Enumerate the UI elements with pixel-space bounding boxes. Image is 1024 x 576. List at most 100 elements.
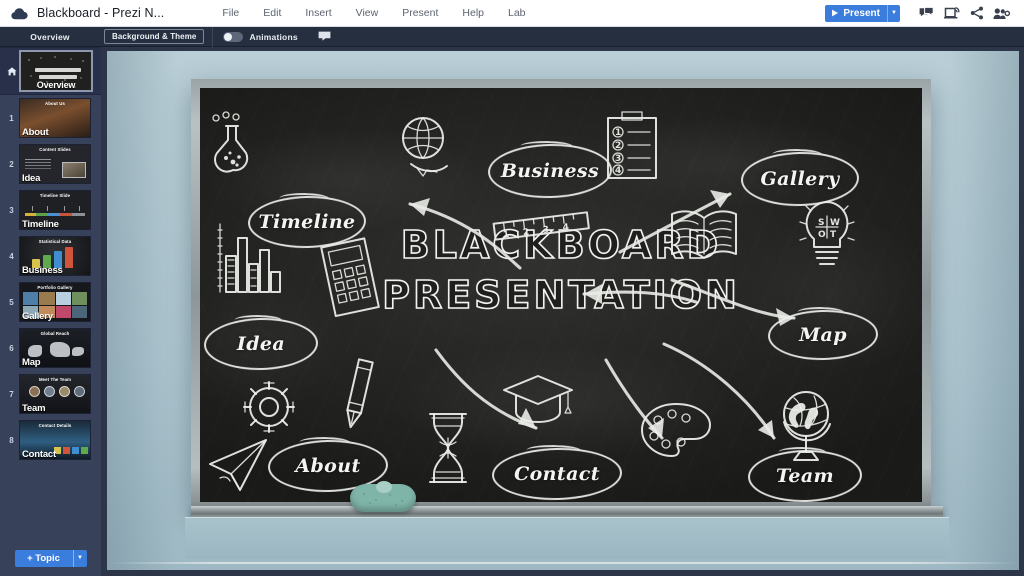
present-button[interactable]: Present [825, 5, 887, 22]
thumb-art-tick [32, 206, 33, 211]
present-button-label: Present [843, 7, 880, 19]
document-title[interactable]: Blackboard - Prezi N... [37, 6, 164, 20]
topic-bubble-business[interactable]: Business [487, 142, 613, 200]
slide-list[interactable]: Overview 1 About Us About 2 Content Slid… [0, 47, 101, 540]
thumb-art-tick [79, 206, 80, 211]
flask-icon [208, 110, 260, 173]
slide-caption: Idea [22, 173, 41, 184]
top-menu-bar: Blackboard - Prezi N... File Edit Insert… [0, 0, 1024, 27]
topic-bubble-contact[interactable]: Contact [491, 446, 623, 502]
menu-item-lab[interactable]: Lab [496, 3, 538, 23]
slide-thumbnail[interactable]: Statistical Data Business [19, 236, 91, 276]
slide-thumbnail[interactable]: Global Reach Map [19, 328, 91, 368]
share-icon[interactable] [964, 3, 989, 23]
menu-item-insert[interactable]: Insert [293, 3, 343, 23]
wall-shadow-left [107, 51, 177, 570]
animations-label: Animations [249, 31, 298, 42]
thumb-title: Contact Details [38, 423, 72, 428]
thumb-art-swatch [63, 447, 70, 454]
add-topic-dropdown-button[interactable]: ▼ [72, 549, 87, 567]
toggle-knob [224, 32, 233, 41]
svg-text:3: 3 [542, 225, 549, 236]
topic-bubble-timeline[interactable]: Timeline [247, 194, 367, 250]
menu-item-present[interactable]: Present [390, 3, 450, 23]
sponge-eraser[interactable] [350, 481, 416, 512]
slide-thumbnail[interactable]: Meet The Team Team [19, 374, 91, 414]
thumb-art-tick [64, 206, 65, 211]
svg-text:1: 1 [615, 128, 621, 138]
thumb-art-swatch [81, 447, 88, 454]
checklist-icon: 1 2 3 4 [604, 108, 660, 182]
thumb-art-line1 [35, 68, 81, 72]
slide-number: 2 [9, 159, 14, 169]
blackboard-surface[interactable]: BLACKBOARD PRESENTATION Timeline Busines… [200, 88, 922, 502]
topic-bubble-idea[interactable]: Idea [203, 316, 319, 372]
slide-thumbnail[interactable]: Content Slides Idea [19, 144, 91, 184]
thumb-title: Meet The Team [38, 377, 72, 382]
sidebar-item-idea[interactable]: 2 Content Slides Idea [0, 141, 101, 187]
bubble-label: Idea [236, 333, 286, 355]
slide-thumbnail[interactable]: Overview [19, 50, 93, 92]
add-topic-area: + Topic ▼ [0, 540, 101, 576]
bubble-label: About [295, 455, 361, 477]
topic-bubble-team[interactable]: Team [747, 448, 863, 502]
add-topic-button[interactable]: + Topic [15, 550, 73, 567]
svg-text:2: 2 [615, 141, 621, 151]
comment-icon[interactable] [318, 31, 331, 42]
slide-number: 7 [9, 389, 14, 399]
present-dropdown-button[interactable]: ▼ [887, 4, 900, 22]
background-theme-button[interactable]: Background & Theme [104, 29, 205, 44]
sidebar-item-about[interactable]: 1 About Us About [0, 95, 101, 141]
paper-plane-icon [206, 438, 272, 494]
bubble-label: Contact [514, 463, 600, 485]
svg-text:1: 1 [503, 230, 510, 241]
wall-shadow-right [949, 51, 1019, 570]
slide-number: 6 [9, 343, 14, 353]
animations-control: Animations [223, 31, 298, 42]
slide-thumbnail[interactable]: Timeline Slide Timeline [19, 190, 91, 230]
menu-item-view[interactable]: View [344, 3, 391, 23]
thumb-art-continent [72, 347, 84, 356]
slide-caption: Gallery [22, 311, 53, 322]
slide-caption: Business [22, 265, 63, 276]
thumb-art-photo [62, 162, 86, 178]
add-topic-button-group: + Topic ▼ [14, 549, 87, 567]
presenter-view-icon[interactable] [939, 3, 964, 23]
svg-text:O: O [818, 230, 826, 240]
sidebar-item-gallery[interactable]: 5 Portfolio Gallery Gallery [0, 279, 101, 325]
slide-caption: About [22, 127, 49, 138]
bubble-label: Team [775, 465, 835, 487]
menu-item-file[interactable]: File [210, 3, 251, 23]
thumb-title: Statistical Data [38, 239, 72, 244]
sidebar-item-contact[interactable]: 8 Contact Details Contact [0, 417, 101, 463]
thumb-title: Content Slides [39, 147, 71, 152]
slide-caption: Timeline [22, 219, 59, 230]
animations-toggle[interactable] [223, 31, 244, 42]
thumb-art-avatar [44, 386, 55, 397]
topic-bubble-gallery[interactable]: Gallery [740, 150, 860, 208]
present-button-group: Present ▼ [825, 4, 900, 22]
sidebar-item-overview[interactable]: Overview [0, 47, 101, 95]
sidebar-item-business[interactable]: 4 Statistical Data Business [0, 233, 101, 279]
slide-thumbnail[interactable]: Portfolio Gallery Gallery [19, 282, 91, 322]
tab-overview[interactable]: Overview [0, 27, 100, 47]
topic-bubble-map[interactable]: Map [767, 308, 879, 362]
ruler-icon: 1 2 3 4 [490, 206, 592, 242]
arrow-to-idea [568, 280, 702, 310]
prezi-cloud-icon[interactable] [10, 4, 28, 22]
thumb-art-avatar [29, 386, 40, 397]
editor-canvas[interactable]: BLACKBOARD PRESENTATION Timeline Busines… [107, 51, 1019, 570]
slide-caption: Team [22, 403, 46, 414]
gear-icon [238, 376, 300, 438]
sidebar-item-team[interactable]: 7 Meet The Team Team [0, 371, 101, 417]
slide-thumbnail[interactable]: About Us About [19, 98, 91, 138]
sidebar-item-map[interactable]: 6 Global Reach Map [0, 325, 101, 371]
comments-icon[interactable] [914, 3, 939, 23]
sidebar-item-timeline[interactable]: 3 Timeline Slide Timeline [0, 187, 101, 233]
menu-item-edit[interactable]: Edit [251, 3, 293, 23]
collaborators-icon[interactable] [989, 3, 1014, 23]
slide-caption: Overview [36, 80, 76, 90]
slide-number: 4 [9, 251, 14, 261]
menu-item-help[interactable]: Help [450, 3, 496, 23]
slide-thumbnail[interactable]: Contact Details Contact [19, 420, 91, 460]
